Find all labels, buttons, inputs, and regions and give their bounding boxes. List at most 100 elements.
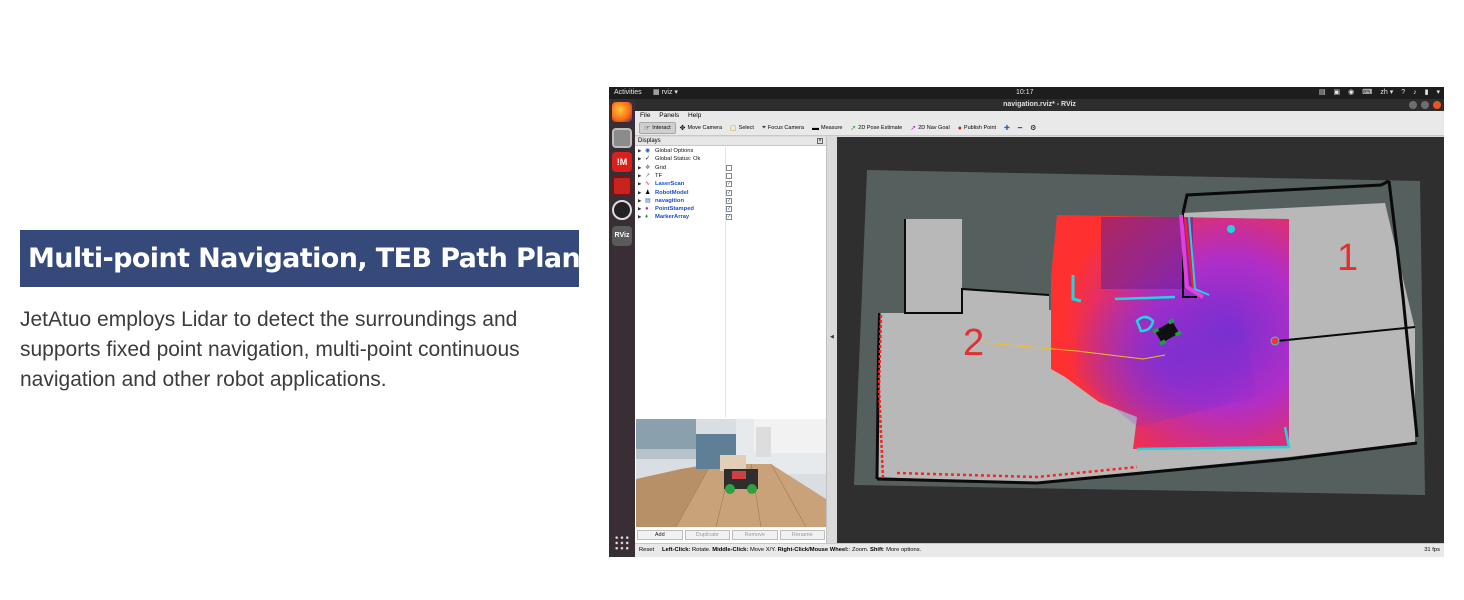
display-item-label: Grid	[655, 164, 666, 171]
expand-arrow-icon[interactable]: ▶	[638, 213, 641, 221]
files-icon[interactable]	[612, 128, 632, 148]
globe-icon: ◉	[645, 148, 651, 154]
menu-help[interactable]: Help	[688, 112, 701, 119]
rename-display-button[interactable]: Rename	[779, 530, 825, 540]
waypoint-1-label: 1	[1337, 237, 1358, 279]
tool-label: Select	[738, 125, 754, 131]
costmap-dark-area	[1101, 217, 1193, 289]
rviz-icon[interactable]: RViz	[612, 226, 632, 246]
display-item-global-status[interactable]: ▶ ✓ Global Status: Ok	[635, 155, 827, 163]
display-item-robotmodel[interactable]: ▶ ♟ RobotModel ✓	[635, 189, 827, 197]
status-bar: Reset Left-Click: Rotate. Middle-Click: …	[635, 543, 1444, 557]
hint-shift: Shift	[870, 547, 883, 553]
tool-2d-nav-goal[interactable]: ➚ 2D Nav Goal	[906, 122, 953, 134]
display-item-pointstamped[interactable]: ▶ ● PointStamped ✓	[635, 205, 827, 213]
display-item-tf[interactable]: ▶ ↗ TF	[635, 172, 827, 180]
pose-estimate-icon: ➚	[850, 125, 857, 132]
tool-focus-camera[interactable]: ⌖ Focus Camera	[758, 122, 808, 134]
obs-tray-icon[interactable]: ◉	[1348, 87, 1354, 99]
display-item-global-options[interactable]: ▶ ◉ Global Options	[635, 147, 827, 155]
hint-left-click-action: Rotate.	[690, 547, 713, 553]
window-title: navigation.rviz* - RViz	[635, 99, 1444, 111]
tool-label: Measure	[821, 125, 843, 131]
displays-buttons: Add Duplicate Remove Rename	[635, 529, 827, 541]
display-checkbox[interactable]: ✓	[726, 206, 732, 213]
display-checkbox[interactable]: ✓	[726, 197, 732, 204]
menu-bar: File Panels Help	[635, 111, 1444, 121]
displays-panel-header: Displays ×	[635, 137, 826, 146]
display-checkbox[interactable]	[726, 164, 732, 171]
activities-button[interactable]: Activities	[614, 87, 642, 99]
marker-array-icon: ♦	[645, 214, 649, 221]
plus-icon: ✚	[1004, 125, 1010, 132]
expand-arrow-icon[interactable]: ▶	[638, 164, 641, 172]
clock[interactable]: 10:17	[1016, 87, 1034, 99]
screen-recorder-icon[interactable]	[612, 176, 632, 196]
menu-file[interactable]: File	[640, 112, 650, 119]
tray-app-icon[interactable]: ▣	[1334, 87, 1341, 99]
menu-panels[interactable]: Panels	[659, 112, 679, 119]
expand-arrow-icon[interactable]: ▶	[638, 155, 641, 163]
display-checkbox[interactable]: ✓	[726, 189, 732, 196]
displays-tree: ▶ ◉ Global Options ▶ ✓ Global Status: Ok ▶ ❖ G…	[635, 147, 827, 417]
duplicate-display-button[interactable]: Duplicate	[684, 530, 730, 540]
add-display-button[interactable]: Add	[637, 530, 683, 540]
3d-view[interactable]: 2 1	[837, 137, 1444, 543]
tool-2d-pose-estimate[interactable]: ➚ 2D Pose Estimate	[846, 122, 906, 134]
display-item-label: MarkerArray	[655, 214, 690, 221]
display-checkbox[interactable]	[726, 172, 732, 179]
focus-camera-icon: ⌖	[761, 124, 766, 131]
display-item-navagition[interactable]: ▶ ▤ navagition ✓	[635, 197, 827, 205]
collapse-left-icon[interactable]: ◀	[830, 334, 834, 340]
display-item-laserscan[interactable]: ▶ ∿ LaserScan ✓	[635, 180, 827, 188]
app-menu[interactable]: ▦ rviz ▾	[653, 87, 678, 99]
displays-title: Displays	[638, 138, 661, 144]
language-indicator[interactable]: zh ▾	[1380, 87, 1393, 99]
select-icon: ▢	[730, 125, 737, 132]
remove-display-button[interactable]: Remove	[732, 530, 778, 540]
display-item-grid[interactable]: ▶ ❖ Grid	[635, 164, 827, 172]
system-tray: ▤ ▣ ◉ ⌨ zh ▾ ? ♪ ▮ ▾	[1319, 87, 1440, 99]
terminal-app-icon[interactable]: !M	[612, 152, 632, 172]
battery-icon[interactable]: ▮	[1425, 87, 1429, 99]
volume-icon[interactable]: ♪	[1413, 87, 1417, 99]
maximize-button[interactable]	[1421, 101, 1429, 109]
expand-arrow-icon[interactable]: ▶	[638, 189, 641, 197]
keyboard-icon[interactable]: ⌨	[1362, 87, 1372, 99]
hint-middle-click: Middle-Click:	[712, 547, 749, 553]
minimize-button[interactable]	[1409, 101, 1417, 109]
reset-button[interactable]: Reset	[639, 544, 654, 557]
close-panel-icon[interactable]: ×	[817, 138, 823, 144]
close-button[interactable]	[1433, 101, 1441, 109]
tool-publish-point[interactable]: ● Publish Point	[954, 122, 1000, 134]
tool-select[interactable]: ▢ Select	[726, 122, 758, 134]
display-checkbox[interactable]: ✓	[726, 181, 732, 188]
display-checkbox[interactable]: ✓	[726, 214, 732, 221]
tool-move-camera[interactable]: ✥ Move Camera	[676, 122, 726, 134]
tool-settings-button[interactable]: ⚙	[1026, 122, 1040, 134]
feature-headline: Multi-point Navigation, TEB Path Plannin…	[20, 230, 645, 287]
firefox-icon[interactable]	[612, 102, 632, 122]
system-menu-icon[interactable]: ▾	[1436, 87, 1440, 99]
expand-arrow-icon[interactable]: ▶	[638, 172, 641, 180]
display-item-markerarray[interactable]: ▶ ♦ MarkerArray ✓	[635, 213, 827, 221]
remove-tool-button[interactable]: ━	[1014, 122, 1026, 134]
collapse-right-icon[interactable]: ▶	[1439, 334, 1443, 340]
gear-icon: ⚙	[1030, 125, 1037, 132]
tool-label: Move Camera	[687, 125, 723, 131]
help-icon[interactable]: ?	[1401, 87, 1405, 99]
tray-app-icon[interactable]: ▤	[1319, 87, 1326, 99]
expand-arrow-icon[interactable]: ▶	[638, 180, 641, 188]
tool-bar: ☞ Interact ✥ Move Camera ▢ Select ⌖ Focus Ca…	[635, 121, 1444, 136]
camera-feed	[636, 419, 826, 527]
add-tool-button[interactable]: ✚	[1000, 122, 1014, 134]
tool-interact[interactable]: ☞ Interact	[639, 122, 676, 134]
feature-description: JetAtuo employs Lidar to detect the surr…	[20, 308, 520, 391]
tool-measure[interactable]: ▬ Measure	[808, 122, 846, 134]
expand-arrow-icon[interactable]: ▶	[638, 147, 641, 155]
expand-arrow-icon[interactable]: ▶	[638, 197, 641, 205]
expand-arrow-icon[interactable]: ▶	[638, 205, 641, 213]
show-applications-icon[interactable]	[614, 535, 630, 551]
publish-point-icon: ●	[957, 124, 962, 132]
obs-icon[interactable]	[612, 200, 632, 220]
